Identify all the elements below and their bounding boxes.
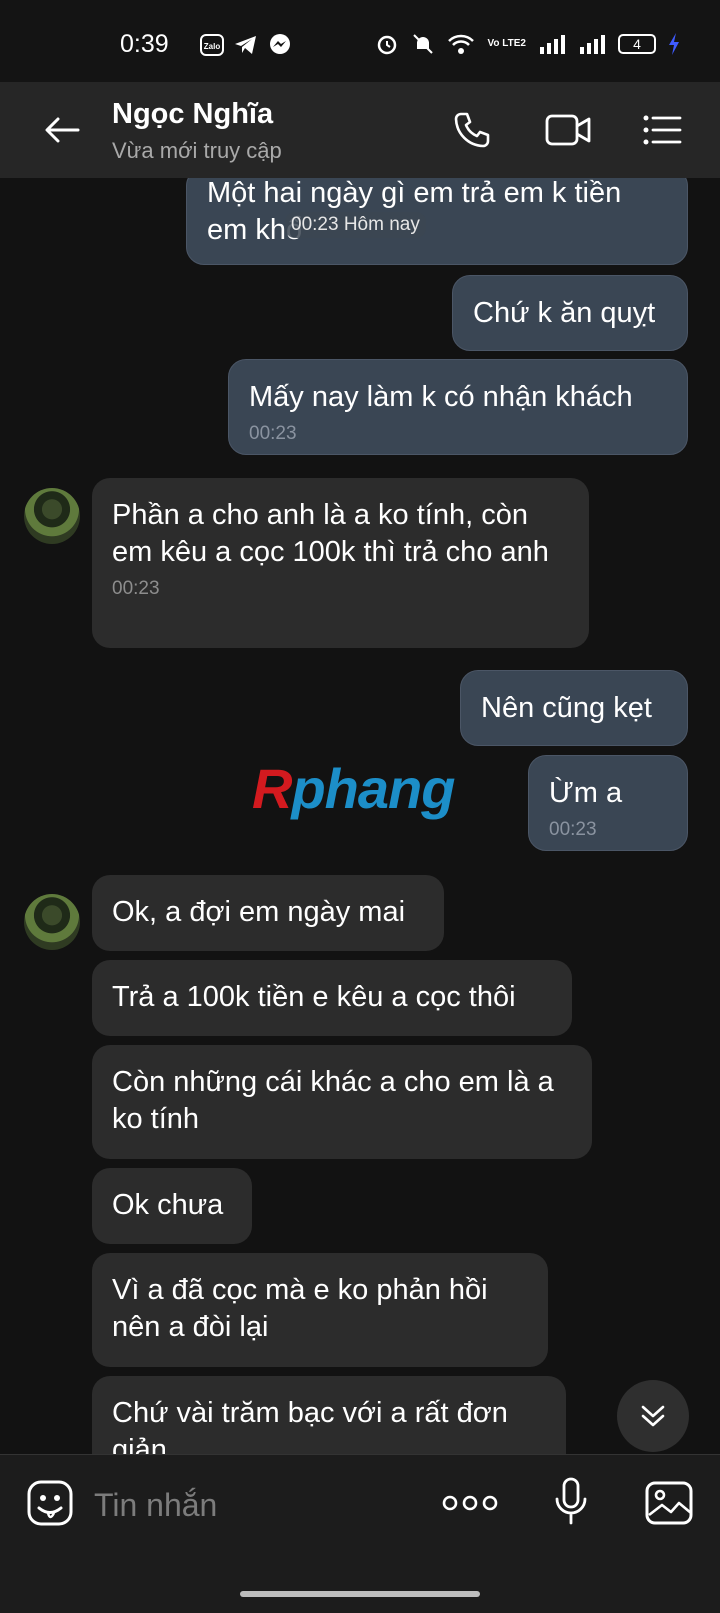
message-text: Chứ vài trăm bạc với a rất đơn giản <box>112 1397 508 1454</box>
message-time: 00:23 <box>112 578 160 599</box>
message-text: Ừm a <box>549 777 623 809</box>
message-text: Mấy nay làm k có nhận khách <box>249 381 633 413</box>
scroll-to-bottom-button[interactable] <box>617 1380 689 1452</box>
message-text: Ok, a đợi em ngày mai <box>112 896 406 928</box>
image-icon[interactable] <box>645 1481 693 1525</box>
messenger-icon <box>270 34 290 54</box>
message-text: Nên cũng kẹt <box>481 692 652 724</box>
signal-icon-1 <box>540 35 565 54</box>
volte-indicator: Vo LTE2 <box>487 38 526 49</box>
notification-icons: Zalo <box>200 33 292 57</box>
chat-header: Ngọc Nghĩa Vừa mới truy cập <box>0 82 720 178</box>
message-bubble[interactable]: Ok, a đợi em ngày mai <box>92 875 444 951</box>
arrow-left-icon[interactable] <box>42 110 82 150</box>
mute-icon <box>413 34 434 54</box>
date-separator: 00:23 Hôm nay <box>285 212 426 238</box>
home-indicator[interactable] <box>240 1591 480 1597</box>
message-time: 00:23 <box>549 819 597 840</box>
message-text: Trả a 100k tiền e kêu a cọc thôi <box>112 981 516 1013</box>
system-icons: Vo LTE2 4 <box>375 32 680 56</box>
avatar[interactable] <box>24 894 80 950</box>
charging-icon <box>669 33 679 55</box>
status-bar: 0:39 Zalo Vo LTE2 4 <box>0 0 720 82</box>
message-bubble[interactable]: Vì a đã cọc mà e ko phản hồi nên a đòi l… <box>92 1253 548 1367</box>
battery-icon: 4 <box>618 34 656 54</box>
composer-bar <box>0 1454 720 1613</box>
microphone-icon[interactable] <box>554 1477 588 1525</box>
status-time: 0:39 <box>120 30 169 58</box>
watermark-logo: Rphang <box>252 757 455 820</box>
message-bubble[interactable]: Một hai ngày gì em trả em k tiền em khổ <box>186 178 688 265</box>
message-text: Ok chưa <box>112 1189 224 1221</box>
message-bubble[interactable]: Ok chưa <box>92 1168 252 1244</box>
avatar[interactable] <box>24 488 80 544</box>
message-bubble[interactable]: Nên cũng kẹt <box>460 670 688 746</box>
zalo-icon: Zalo <box>200 34 224 56</box>
message-time: 00:23 <box>249 423 297 444</box>
list-menu-icon[interactable] <box>642 112 682 148</box>
message-bubble[interactable]: Phần a cho anh là a ko tính, còn em kêu … <box>92 478 589 648</box>
message-text: Vì a đã cọc mà e ko phản hồi nên a đòi l… <box>112 1274 488 1343</box>
message-bubble[interactable]: Chứ k ăn quỵt <box>452 275 688 351</box>
message-bubble[interactable]: Mấy nay làm k có nhận khách 00:23 <box>228 359 688 455</box>
message-bubble[interactable]: Chứ vài trăm bạc với a rất đơn giản <box>92 1376 566 1454</box>
message-list[interactable]: Một hai ngày gì em trả em k tiền em khổ … <box>0 178 720 1454</box>
video-camera-icon[interactable] <box>545 112 591 148</box>
telegram-icon <box>235 36 256 54</box>
message-bubble[interactable]: Ừm a 00:23 <box>528 755 688 851</box>
phone-icon[interactable] <box>452 110 492 150</box>
wifi-icon <box>448 34 475 54</box>
more-dots-icon[interactable] <box>442 1491 498 1515</box>
message-input[interactable] <box>92 1479 416 1531</box>
message-bubble[interactable]: Còn những cái khác a cho em là a ko tính <box>92 1045 592 1159</box>
contact-name[interactable]: Ngọc Nghĩa <box>112 98 273 131</box>
message-text: Phần a cho anh là a ko tính, còn em kêu … <box>112 499 549 568</box>
message-bubble[interactable]: Trả a 100k tiền e kêu a cọc thôi <box>92 960 572 1036</box>
message-text: Còn những cái khác a cho em là a ko tính <box>112 1066 554 1135</box>
contact-status: Vừa mới truy cập <box>112 138 282 163</box>
chevron-double-down-icon <box>641 1405 665 1427</box>
signal-icon-2 <box>580 35 605 54</box>
message-text: Chứ k ăn quỵt <box>473 297 656 329</box>
alarm-icon <box>378 35 397 55</box>
sticker-icon[interactable] <box>26 1479 74 1527</box>
